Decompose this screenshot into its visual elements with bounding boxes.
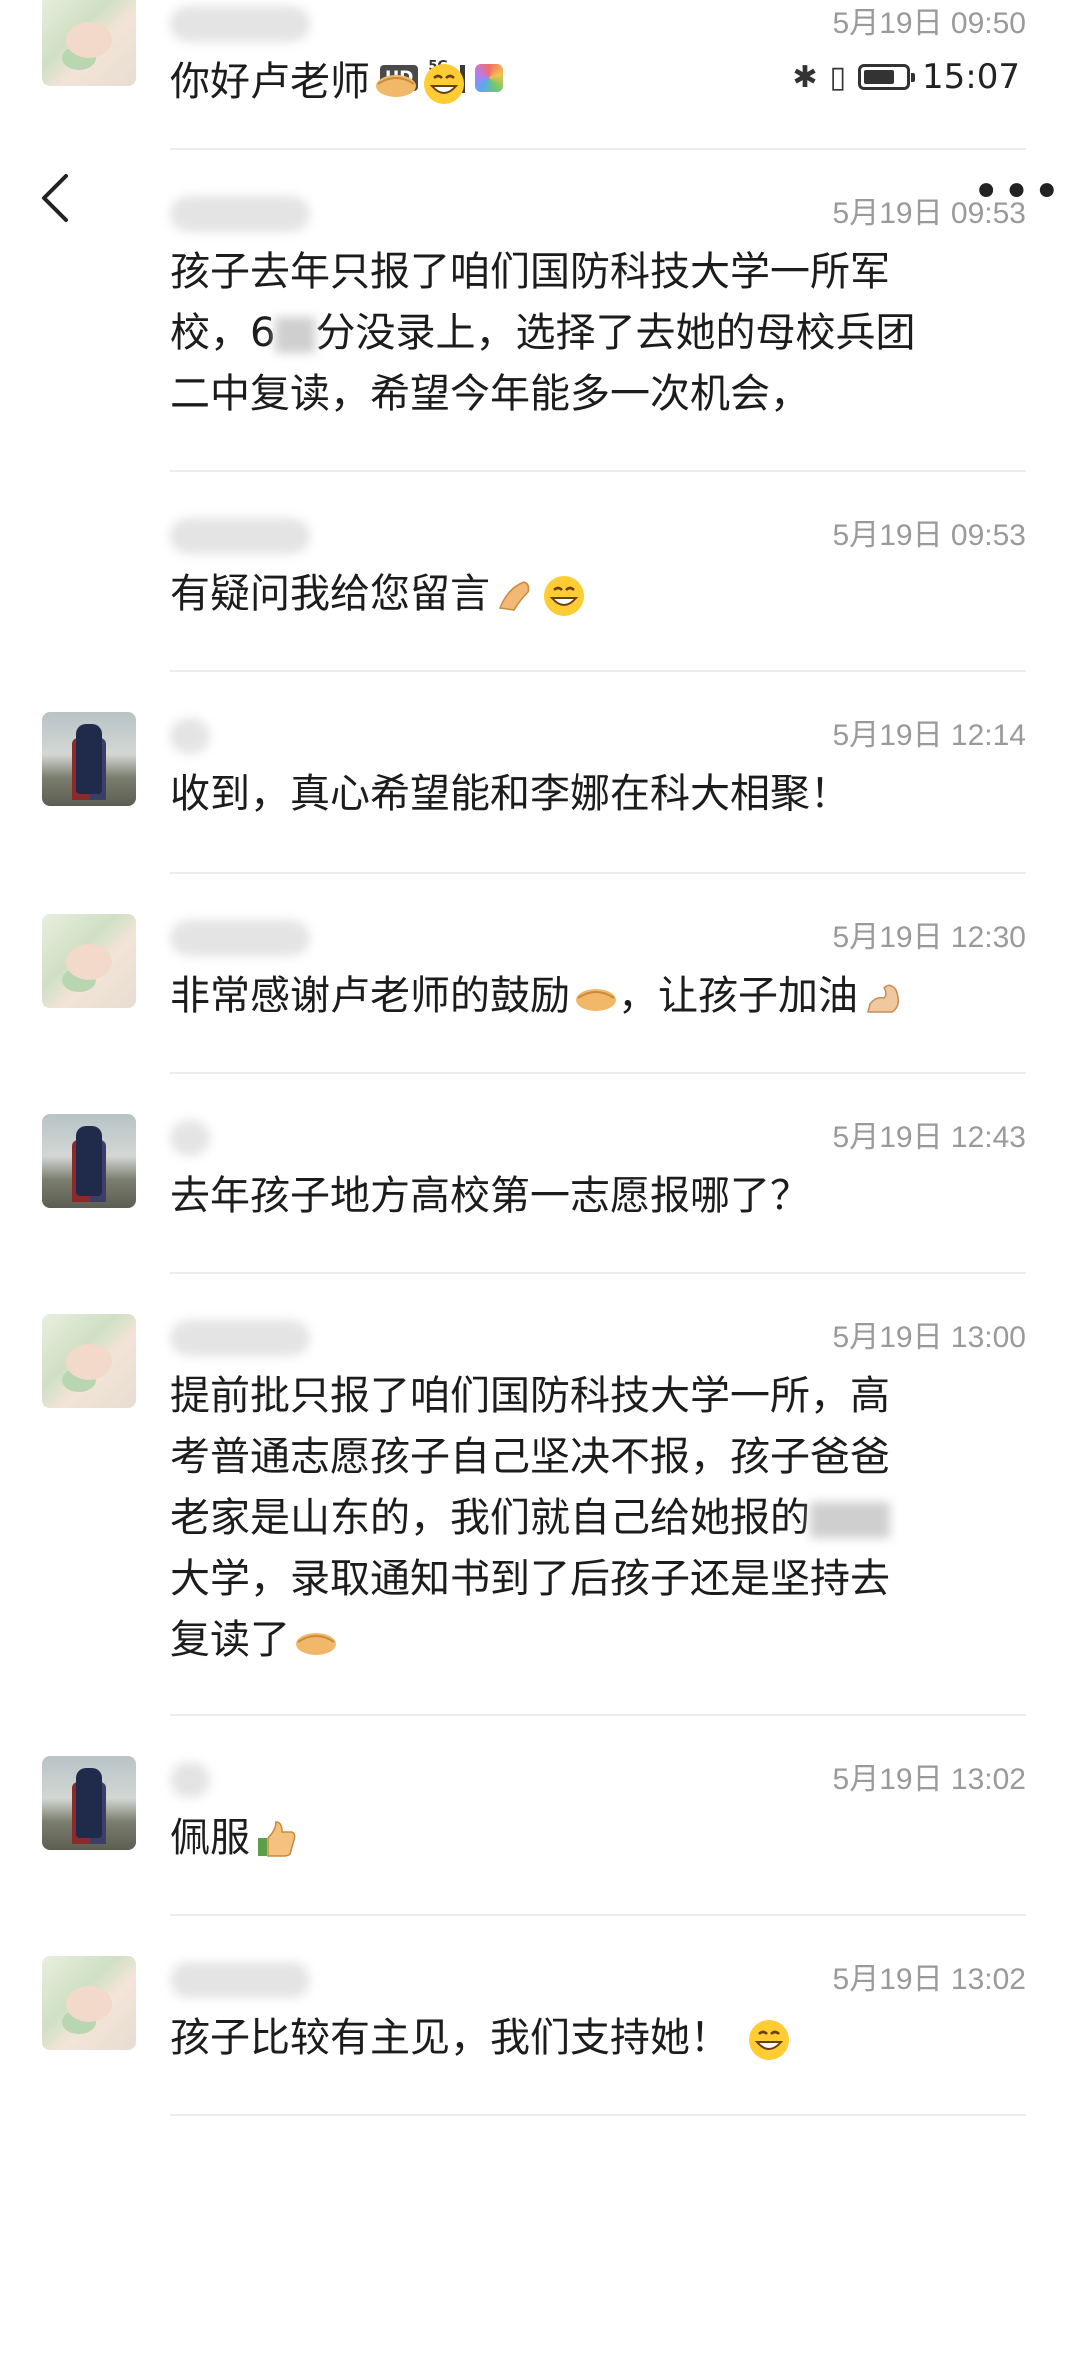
handshake-emoji-icon xyxy=(296,1633,336,1655)
avatar[interactable] xyxy=(42,1314,136,1408)
redacted-text xyxy=(810,1502,890,1538)
grinning-face-emoji-icon xyxy=(424,64,464,104)
message-text: 非常感谢卢老师的鼓励 ，让孩子加油 xyxy=(170,966,1030,1027)
message-text: 孩子比较有主见，我们支持她！ xyxy=(170,2008,1030,2069)
sender-name-blurred xyxy=(170,518,310,554)
sender-name-blurred xyxy=(170,920,310,956)
divider xyxy=(170,2114,1026,2116)
message-text: 收到，真心希望能和李娜在科大相聚！ xyxy=(170,771,850,817)
sender-name-blurred xyxy=(170,1120,210,1156)
message-text: 去年孩子地方高校第一志愿报哪了？ xyxy=(170,1173,810,1219)
grinning-face-emoji-icon xyxy=(748,2020,789,2060)
message-time: 5月19日 09:53 xyxy=(832,519,1026,552)
flexed-biceps-emoji-icon xyxy=(867,984,899,1013)
sender-name-blurred xyxy=(170,1962,310,1998)
message-time: 5月19日 13:02 xyxy=(832,1963,1026,1996)
divider xyxy=(170,470,1026,472)
message-time: 5月19日 13:00 xyxy=(832,1321,1026,1354)
sender-name-blurred xyxy=(170,718,210,754)
divider xyxy=(170,670,1026,672)
avatar[interactable] xyxy=(42,914,136,1008)
message-time: 5月19日 12:43 xyxy=(832,1121,1026,1154)
message-time: 5月19日 13:02 xyxy=(832,1763,1026,1796)
message-text: 孩子去年只报了咱们国防科技大学一所军 校，6 分没录上，选择了去她的母校兵团 二中… xyxy=(170,249,916,417)
redacted-text xyxy=(275,317,316,353)
sender-name-blurred xyxy=(170,6,310,42)
pinched-hand-emoji-icon xyxy=(498,581,530,611)
message-time: 5月19日 09:50 xyxy=(832,7,1026,40)
divider xyxy=(170,1914,1026,1916)
divider xyxy=(170,872,1026,874)
message-time: 5月19日 12:30 xyxy=(832,921,1026,954)
thumbs-up-emoji-icon xyxy=(258,1821,296,1857)
avatar[interactable] xyxy=(42,1956,136,2050)
chevron-left-icon[interactable] xyxy=(36,168,76,228)
grinning-face-emoji-icon xyxy=(544,576,584,616)
message-time: 5月19日 12:14 xyxy=(832,719,1026,752)
message-text: 佩服 xyxy=(170,1808,1030,1869)
avatar[interactable] xyxy=(42,712,136,806)
handshake-emoji-icon xyxy=(376,75,416,97)
avatar[interactable] xyxy=(42,1756,136,1850)
avatar[interactable] xyxy=(42,0,136,86)
handshake-emoji-icon xyxy=(576,989,616,1011)
sender-name-blurred xyxy=(170,1320,310,1356)
message-text: 有疑问我给您留言 xyxy=(170,564,1030,625)
divider xyxy=(170,1272,1026,1274)
divider xyxy=(170,148,1026,150)
sender-name-blurred xyxy=(170,1762,210,1798)
sender-name-blurred xyxy=(170,196,310,232)
avatar[interactable] xyxy=(42,1114,136,1208)
message-text: 你好卢老师 xyxy=(170,52,1030,113)
divider xyxy=(170,1714,1026,1716)
message-text: 提前批只报了咱们国防科技大学一所，高 考普通志愿孩子自己坚决不报，孩子爸爸 老家… xyxy=(170,1373,890,1663)
divider xyxy=(170,1072,1026,1074)
message-time: 5月19日 09:53 xyxy=(832,197,1026,230)
